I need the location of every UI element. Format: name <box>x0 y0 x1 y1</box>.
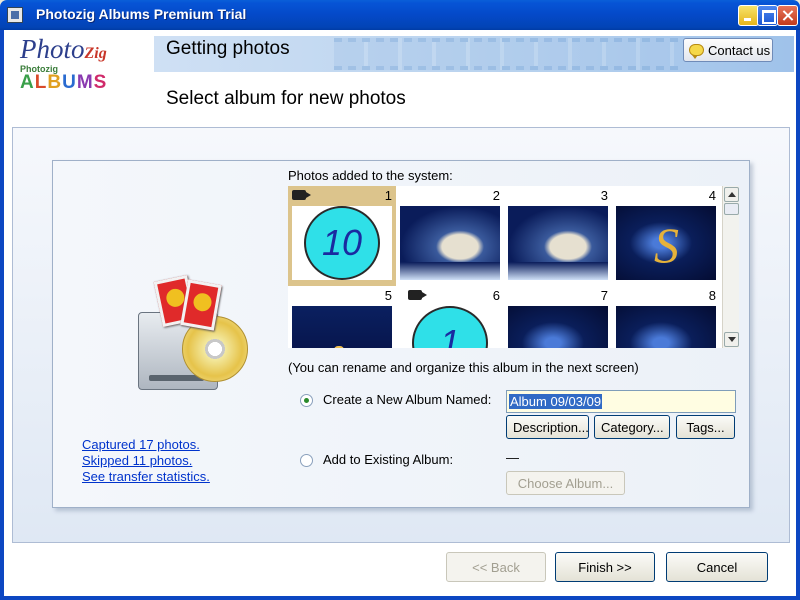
minimize-button[interactable] <box>738 5 759 26</box>
photo-thumbnail[interactable]: 4 S <box>612 186 720 286</box>
category-button[interactable]: Category... <box>594 415 670 439</box>
description-button[interactable]: Description... <box>506 415 589 439</box>
close-button[interactable] <box>777 5 798 26</box>
app-icon[interactable] <box>7 7 23 23</box>
window-title: Photozig Albums Premium Trial <box>36 6 247 22</box>
album-name-value: Album 09/03/09 <box>509 394 603 409</box>
photo-thumbnails: 1 10 2 3 4 S 5 6 1 7 8 <box>288 186 722 348</box>
maximize-button[interactable] <box>757 5 778 26</box>
status-links: Captured 17 photos. Skipped 11 photos. S… <box>82 437 210 485</box>
rename-hint: (You can rename and organize this album … <box>288 360 639 375</box>
photo-thumbnail[interactable]: 5 <box>288 286 396 348</box>
album-name-input[interactable]: Album 09/03/09 <box>506 390 736 413</box>
captured-photos-link[interactable]: Captured 17 photos. <box>82 437 210 453</box>
existing-album-label: Add to Existing Album: <box>323 452 454 467</box>
photo-thumbnail[interactable]: 7 <box>504 286 612 348</box>
step-subtitle: Select album for new photos <box>166 88 406 109</box>
photos-label: Photos added to the system: <box>288 168 453 183</box>
contact-us-button[interactable]: Contact us <box>683 38 773 62</box>
cancel-button[interactable]: Cancel <box>666 552 768 582</box>
chat-bubble-icon <box>689 44 704 59</box>
title-bar: Photozig Albums Premium Trial <box>0 0 800 30</box>
thumbnail-scrollbar[interactable] <box>722 186 739 348</box>
scroll-thumb[interactable] <box>724 203 739 215</box>
video-camera-icon <box>408 290 427 300</box>
existing-album-radio[interactable] <box>300 454 313 467</box>
transfer-statistics-link[interactable]: See transfer statistics. <box>82 469 210 485</box>
photo-thumbnail[interactable]: 8 <box>612 286 720 348</box>
back-button[interactable]: << Back <box>446 552 546 582</box>
choose-album-button[interactable]: Choose Album... <box>506 471 625 495</box>
photo-transfer-icon <box>130 272 260 402</box>
contact-us-label: Contact us <box>708 43 771 58</box>
photo-thumbnail[interactable]: 2 <box>396 186 504 286</box>
step-title: Getting photos <box>166 38 290 59</box>
scroll-down-button[interactable] <box>724 332 739 347</box>
skipped-photos-link[interactable]: Skipped 11 photos. <box>82 453 210 469</box>
photo-thumbnail[interactable]: 3 <box>504 186 612 286</box>
new-album-radio[interactable] <box>300 394 313 407</box>
finish-button[interactable]: Finish >> <box>555 552 655 582</box>
existing-album-value: — <box>506 450 519 465</box>
logo: PhotoZig Photozig ALBUMS <box>20 34 108 93</box>
tags-button[interactable]: Tags... <box>676 415 735 439</box>
photo-thumbnail[interactable]: 1 10 <box>288 186 396 286</box>
header-film-strip <box>334 38 684 70</box>
new-album-label: Create a New Album Named: <box>323 392 492 407</box>
wizard-header: PhotoZig Photozig ALBUMS Getting photos … <box>4 30 796 120</box>
video-camera-icon <box>292 190 311 200</box>
scroll-up-button[interactable] <box>724 187 739 202</box>
photo-thumbnail[interactable]: 6 1 <box>396 286 504 348</box>
